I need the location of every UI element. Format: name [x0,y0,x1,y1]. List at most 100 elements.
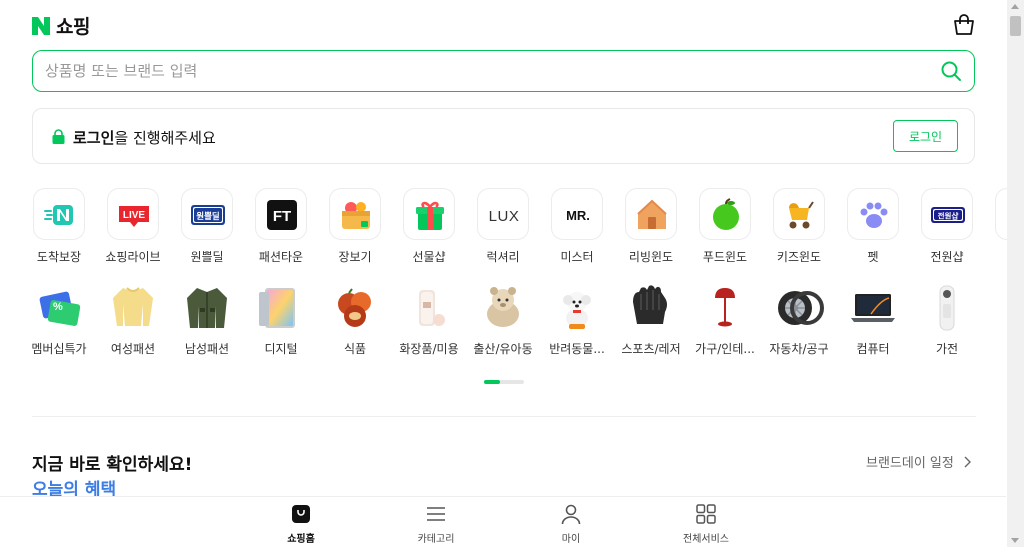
category-auto-tools[interactable]: 자동차/공구 [759,280,839,357]
delivery-n-icon [33,188,85,240]
tire-icon [771,280,827,336]
login-button[interactable]: 로그인 [893,120,958,152]
category-womens-fashion[interactable]: 여성패션 [93,280,173,357]
nav-all-services[interactable]: 전체서비스 [666,503,746,545]
shopping-bag-icon[interactable] [952,13,976,37]
category-label: 가전 [935,342,959,356]
air-purifier-icon [919,280,975,336]
baby-icon [475,280,531,336]
category-digital[interactable]: 디지털 [241,280,321,357]
category-pet-supplies[interactable]: 반려동물... [537,280,617,357]
category-label: 가구/인테... [695,342,755,356]
vertical-scrollbar[interactable] [1007,0,1024,547]
category-computer[interactable]: 컴퓨터 [833,280,913,357]
category-label: 디지털 [264,342,298,356]
scroll-up-arrow-icon[interactable] [1011,4,1019,9]
login-prompt-text: 로그인을 진행해주세요 [73,127,216,148]
category-label: 미스터 [560,250,594,264]
mister-icon: MR. [551,188,603,240]
category-label: 전원샵 [930,250,964,264]
search-input[interactable] [45,59,925,83]
baseball-glove-icon [623,280,679,336]
category-shopping-live[interactable]: LIVE 쇼핑라이브 [93,188,173,265]
category-delivery-guarantee[interactable]: 도착보장 [19,188,99,265]
category-appliances[interactable]: 가전 [907,280,987,357]
svg-text:전원샵: 전원샵 [938,211,959,221]
person-icon [561,504,581,525]
nav-shopping-home[interactable]: 쇼핑홈 [261,503,341,545]
category-label: 선물샵 [412,250,446,264]
category-label: 화장품/미용 [399,342,459,356]
category-label: 출산/유아동 [473,342,533,356]
naver-shopping-logo[interactable]: 쇼핑 [32,12,90,39]
membership-coupon-icon: % [31,280,87,336]
scrollbar-thumb[interactable] [1010,16,1021,36]
svg-text:%: % [53,301,63,313]
category-grocery[interactable]: 장보기 [315,188,395,265]
stroller-icon [773,188,825,240]
category-shortcuts-row: % 멤버십특가 여성패션 남성패션 디지털 식품 화장품/미용 출산/유아동 반… [0,280,1024,360]
search-icon[interactable] [940,60,962,82]
category-label: 남성패션 [184,342,230,356]
section-divider [32,416,976,417]
svg-text:FT: FT [273,208,291,225]
sweater-icon [105,280,161,336]
power-shop-icon: 전원샵 [921,188,973,240]
category-baby-kids[interactable]: 출산/유아동 [463,280,543,357]
nav-label: 카테고리 [417,534,455,545]
gift-icon [403,188,455,240]
logo-text: 쇼핑 [56,16,90,38]
carousel-pager-active [484,380,500,384]
svg-text:원쁠딜: 원쁠딜 [196,211,220,222]
category-label: 스포츠/레저 [621,342,681,356]
category-pet[interactable]: 펫 [833,188,913,265]
category-label: 리빙윈도 [628,250,674,264]
category-furniture-interior[interactable]: 가구/인테... [685,280,765,357]
chevron-right-icon [964,456,971,468]
nav-label: 쇼핑홈 [287,534,315,545]
grid-icon [696,504,716,524]
carousel-pager [484,380,524,384]
category-mister[interactable]: MR. 미스터 [537,188,617,265]
paw-icon [847,188,899,240]
bottom-navigation: 쇼핑홈 카테고리 마이 전체서비스 [0,496,1006,547]
category-food-window[interactable]: 푸드윈도 [685,188,765,265]
category-label: 식품 [343,342,367,356]
login-prompt: 로그인을 진행해주세요 로그인 [32,108,975,164]
category-one-plus-deal[interactable]: 원쁠딜 원쁠딜 [167,188,247,265]
tablet-icon [253,280,309,336]
brand-day-link-label: 브랜드데이 일정 [866,456,954,471]
page: 쇼핑 로그인을 진행해주세요 로그인 도착보장 [0,0,1024,547]
nav-category[interactable]: 카테고리 [396,503,476,545]
category-label: 여성패션 [110,342,156,356]
category-beauty[interactable]: 화장품/미용 [389,280,469,357]
category-gift-shop[interactable]: 선물샵 [389,188,469,265]
category-sports-leisure[interactable]: 스포츠/레저 [611,280,691,357]
live-icon: LIVE [107,188,159,240]
category-kids-window[interactable]: 키즈윈도 [759,188,839,265]
category-luxury[interactable]: LUX 럭셔리 [463,188,543,265]
svg-text:LUX: LUX [489,208,520,225]
header: 쇼핑 [32,12,976,40]
category-food[interactable]: 식품 [315,280,395,357]
category-fashion-town[interactable]: FT 패션타운 [241,188,321,265]
category-label: 원쁠딜 [190,250,224,264]
laptop-icon [845,280,901,336]
nav-my[interactable]: 마이 [531,503,611,545]
category-living-window[interactable]: 리빙윈도 [611,188,691,265]
search-bar [32,50,975,92]
food-icon [327,280,383,336]
category-label: 키즈윈도 [776,250,822,264]
nav-label: 전체서비스 [683,534,729,545]
category-label: 펫 [867,250,879,264]
category-power-shop[interactable]: 전원샵 전원샵 [907,188,987,265]
category-label: 반려동물... [549,342,605,356]
brand-day-schedule-link[interactable]: 브랜드데이 일정 [866,452,972,471]
grocery-box-icon [329,188,381,240]
menu-icon [427,507,445,521]
scroll-down-arrow-icon[interactable] [1011,538,1019,543]
category-mens-fashion[interactable]: 남성패션 [167,280,247,357]
service-shortcuts-row: 도착보장 LIVE 쇼핑라이브 원쁠딜 원쁠딜 FT 패션타운 장보기 선물샵 … [0,188,1024,268]
category-membership-deal[interactable]: % 멤버십특가 [19,280,99,357]
luxury-icon: LUX [477,188,529,240]
